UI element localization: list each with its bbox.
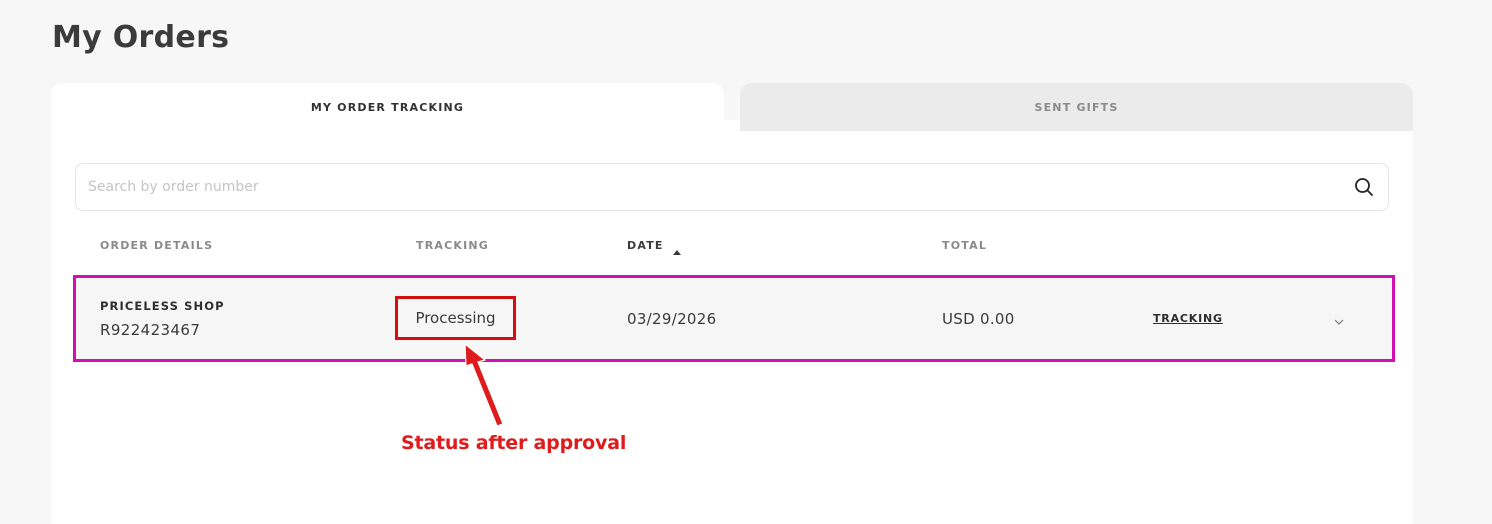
order-status: Processing xyxy=(415,309,496,327)
order-shop-name: PRICELESS SHOP xyxy=(100,299,225,313)
order-total: USD 0.00 xyxy=(942,310,1015,328)
annotation-label: Status after approval xyxy=(401,432,627,454)
panel-corner-fill xyxy=(724,120,740,131)
page-title: My Orders xyxy=(52,20,230,55)
tab-label: SENT GIFTS xyxy=(1034,100,1119,114)
tab-label: MY ORDER TRACKING xyxy=(310,100,465,114)
status-highlight-box: Processing xyxy=(395,296,516,340)
tracking-link[interactable]: TRACKING xyxy=(1153,312,1223,325)
search-input[interactable] xyxy=(88,164,1338,210)
tab-sent-gifts[interactable]: SENT GIFTS xyxy=(740,83,1413,131)
column-header-total: TOTAL xyxy=(942,239,988,252)
column-header-order-details: ORDER DETAILS xyxy=(100,239,214,252)
column-header-tracking: TRACKING xyxy=(416,239,490,252)
search-icon[interactable] xyxy=(1354,177,1374,197)
search-box xyxy=(75,163,1389,211)
sort-ascending-icon[interactable] xyxy=(672,241,682,255)
order-number: R922423467 xyxy=(100,321,201,339)
column-header-date[interactable]: DATE xyxy=(627,239,664,252)
order-date: 03/29/2026 xyxy=(627,310,717,328)
chevron-down-icon[interactable] xyxy=(1333,312,1345,325)
tab-my-order-tracking[interactable]: MY ORDER TRACKING xyxy=(51,83,724,131)
